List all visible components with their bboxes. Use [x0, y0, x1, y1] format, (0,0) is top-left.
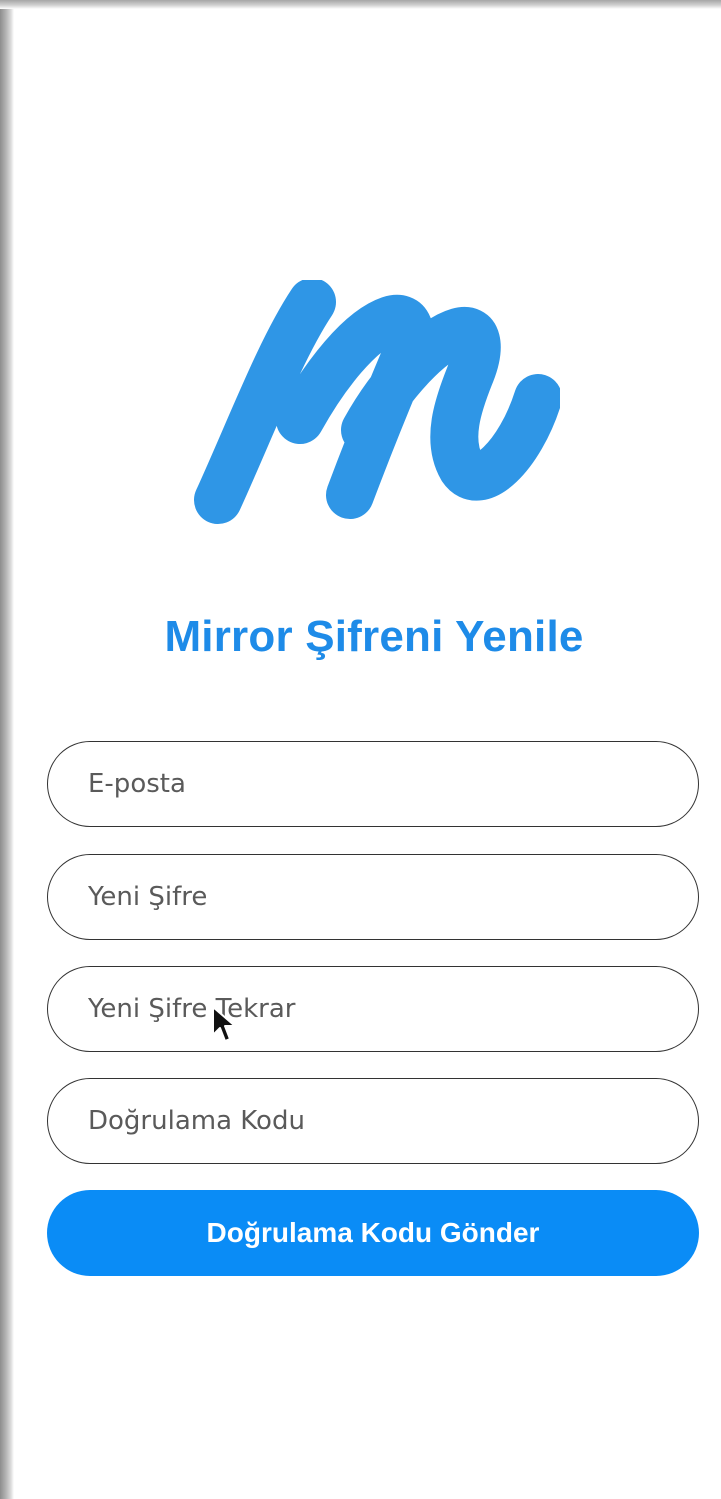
email-input[interactable]	[86, 768, 698, 800]
new-password-repeat-input[interactable]	[86, 993, 698, 1025]
verification-code-input[interactable]	[86, 1105, 698, 1137]
window-frame-left	[0, 0, 14, 1499]
new-password-field[interactable]	[47, 854, 699, 940]
mouse-pointer-icon	[212, 1006, 236, 1042]
window-frame-top	[0, 0, 721, 9]
send-verification-code-button[interactable]: Doğrulama Kodu Gönder	[47, 1190, 699, 1276]
verification-code-field[interactable]	[47, 1078, 699, 1164]
new-password-repeat-field[interactable]	[47, 966, 699, 1052]
page-title: Mirror Şifreni Yenile	[164, 612, 584, 661]
email-field[interactable]	[47, 741, 699, 827]
mirror-logo-icon	[194, 280, 560, 524]
new-password-input[interactable]	[86, 881, 698, 913]
